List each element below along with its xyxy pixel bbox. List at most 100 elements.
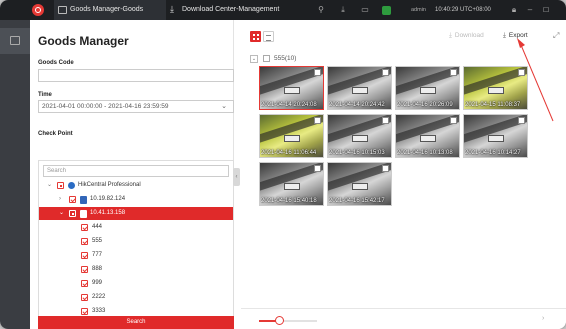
tree-item-label: 2222 [92, 294, 106, 300]
capture-thumbnail[interactable]: 2021-04-16 10:13:08 [395, 114, 460, 158]
zoom-slider-track[interactable] [259, 320, 317, 322]
license-plate [352, 183, 368, 190]
tree-search-input[interactable]: Search [43, 165, 229, 177]
tree-checkbox[interactable] [81, 224, 88, 231]
check-point-tree-panel: Search ⌄ HikCentral Professional › 10.19.82… [38, 160, 234, 329]
chevron-down-icon[interactable]: ⌄ [59, 207, 64, 220]
zoom-slider-handle[interactable] [274, 316, 284, 325]
tree-item-label: 10.19.82.124 [90, 196, 126, 202]
capture-thumbnail[interactable]: 2021-04-16 10:15:03 [327, 114, 392, 158]
capture-thumbnail[interactable]: 2021-04-16 10:14:27 [463, 114, 528, 158]
capture-timestamp: 2021-04-15 11:08:37 [465, 102, 521, 108]
tree-checkbox[interactable] [81, 280, 88, 287]
tree-checkbox[interactable] [57, 182, 64, 189]
license-plate [420, 87, 436, 94]
tree-checkbox[interactable] [81, 252, 88, 259]
divider [241, 308, 566, 309]
thumbnail-checkbox[interactable] [382, 165, 389, 172]
license-plate [284, 183, 300, 190]
chevron-down-icon[interactable]: ⌄ [250, 55, 258, 63]
download-button[interactable]: ⤓ Download [449, 32, 484, 40]
user-name[interactable]: admin [411, 0, 426, 20]
license-plate [352, 87, 368, 94]
status-icon[interactable] [382, 5, 391, 15]
license-plate [284, 135, 300, 142]
app-window: Goods Manager-Goods Manager Download Cen… [0, 0, 566, 329]
lock-icon[interactable]: 🔒︎ [508, 4, 520, 16]
capture-thumbnail[interactable]: 2021-04-16 15:40:18 [259, 162, 324, 206]
collapse-panel-handle[interactable]: ‹ [233, 168, 240, 186]
chevron-down-icon[interactable]: ⌄ [47, 179, 52, 192]
tab-download-center-label: Download Center-Management [182, 6, 280, 13]
export-label: Export [508, 32, 528, 39]
capture-timestamp: 2021-04-16 20:26:09 [397, 102, 453, 108]
search-button[interactable]: Search [38, 316, 234, 329]
capture-thumbnail[interactable]: 2021-04-16 15:42:17 [327, 162, 392, 206]
tree-checkbox[interactable] [69, 196, 76, 203]
license-plate [352, 135, 368, 142]
goods-code-label: Goods Code [38, 60, 74, 66]
next-page-icon[interactable]: › [542, 315, 544, 322]
tree-item-label: HikCentral Professional [78, 182, 141, 188]
thumbnail-checkbox[interactable] [518, 69, 525, 76]
left-rail [0, 20, 30, 329]
time-range-field[interactable]: 2021-04-01 00:00:00 - 2021-04-16 23:59:5… [38, 100, 234, 113]
thumbnail-checkbox[interactable] [450, 69, 457, 76]
capture-thumbnail[interactable]: 2021-04-14 20:24:08 [259, 66, 324, 110]
tree-item[interactable]: ⌄ 10.41.13.158 [39, 207, 233, 220]
tab-goods-manager[interactable]: Goods Manager-Goods Manager [54, 0, 166, 33]
chevron-right-icon[interactable]: › [59, 193, 61, 206]
capture-timestamp: 2021-04-16 10:15:03 [329, 150, 385, 156]
chevron-down-icon: ⌄ [221, 103, 227, 110]
capture-thumbnail[interactable]: 2021-04-15 11:08:37 [463, 66, 528, 110]
capture-timestamp: 2021-04-16 15:40:18 [261, 198, 317, 204]
goods-icon [58, 6, 67, 14]
tree-checkbox[interactable] [81, 238, 88, 245]
fullscreen-icon[interactable]: ⤢ [553, 31, 559, 41]
export-icon: ⤓ [503, 32, 506, 39]
list-view-button[interactable] [263, 31, 274, 42]
tab-download-center[interactable]: Download Center-Management [166, 0, 286, 20]
wrench-icon[interactable]: ⚲ [315, 4, 327, 16]
app-logo-icon [32, 4, 44, 16]
capture-timestamp: 2021-04-16 10:13:08 [397, 150, 453, 156]
clock-text: 10:40:29 UTC+08:00 [435, 7, 491, 13]
download-icon [170, 0, 179, 19]
tree-checkbox[interactable] [81, 308, 88, 315]
capture-thumbnail[interactable]: 2021-04-16 20:26:09 [395, 66, 460, 110]
download-tray-icon[interactable]: ⤓ [337, 4, 349, 16]
tree-item-label: 10.41.13.158 [90, 210, 126, 216]
capture-thumbnail[interactable]: 2021-04-14 20:24:42 [327, 66, 392, 110]
thumbnail-checkbox[interactable] [382, 69, 389, 76]
monitor-icon[interactable]: ▭ [359, 4, 371, 16]
group-checkbox[interactable] [263, 55, 270, 62]
grid-view-button[interactable] [250, 31, 261, 42]
tree-item-label: 888 [92, 266, 103, 272]
title-bar: Goods Manager-Goods Manager Download Cen… [0, 0, 566, 33]
license-plate [420, 135, 436, 142]
time-range-value: 2021-04-01 00:00:00 - 2021-04-16 23:59:5… [42, 103, 169, 110]
download-icon: ⤓ [449, 32, 452, 39]
export-button[interactable]: ⤓ Export [503, 32, 528, 40]
minimize-icon[interactable]: – [524, 4, 536, 16]
maximize-icon[interactable]: □ [540, 4, 552, 16]
goods-nav-icon[interactable] [10, 36, 20, 45]
group-label: 555(10) [274, 55, 297, 62]
thumbnail-checkbox[interactable] [314, 69, 321, 76]
tree-checkbox[interactable] [81, 294, 88, 301]
tree-item-label: 999 [92, 280, 103, 286]
thumbnail-checkbox[interactable] [314, 117, 321, 124]
tree-checkbox[interactable] [69, 210, 76, 217]
license-plate [488, 87, 504, 94]
thumbnail-checkbox[interactable] [314, 165, 321, 172]
goods-code-input[interactable] [38, 69, 234, 82]
thumbnail-checkbox[interactable] [382, 117, 389, 124]
capture-thumbnail[interactable]: 2021-04-16 11:06:44 [259, 114, 324, 158]
tree-checkbox[interactable] [81, 266, 88, 273]
capture-timestamp: 2021-04-14 20:24:42 [329, 102, 385, 108]
time-label: Time [38, 92, 52, 98]
tree-item-label: 555 [92, 238, 103, 244]
thumbnail-checkbox[interactable] [518, 117, 525, 124]
device-icon [80, 195, 87, 204]
thumbnail-checkbox[interactable] [450, 117, 457, 124]
